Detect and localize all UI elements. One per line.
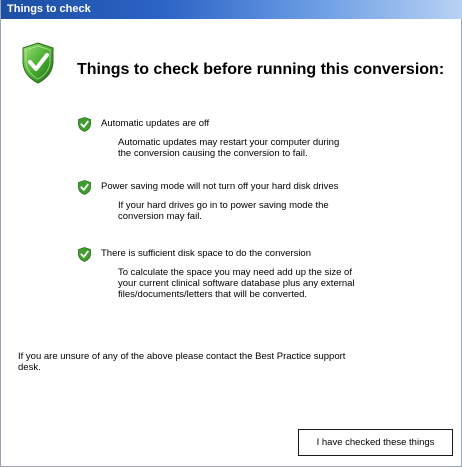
check-description-line: Automatic updates may restart your compu…	[118, 137, 340, 148]
check-description: Automatic updates may restart your compu…	[118, 137, 418, 159]
check-description-line: To calculate the space you may need add …	[118, 267, 352, 278]
shield-check-icon	[78, 247, 91, 262]
window-title: Things to check	[7, 3, 91, 15]
check-description: To calculate the space you may need add …	[118, 267, 418, 300]
shield-check-icon	[78, 117, 91, 132]
check-description-line: the conversion causing the conversion to…	[118, 148, 308, 159]
support-note-line: desk.	[18, 362, 41, 373]
check-title: There is sufficient disk space to do the…	[101, 248, 311, 259]
dialog-window: Things to check Things to check before r…	[0, 0, 462, 467]
shield-check-icon	[22, 42, 54, 84]
check-description-line: your current clinical software database …	[118, 278, 355, 289]
page-title: Things to check before running this conv…	[77, 61, 445, 78]
check-title: Power saving mode will not turn off your…	[101, 181, 339, 192]
title-bar[interactable]: Things to check	[1, 0, 462, 19]
check-description: If your hard drives go in to power savin…	[118, 200, 418, 222]
check-description-line: conversion may fail.	[118, 211, 202, 222]
support-note-line: If you are unsure of any of the above pl…	[18, 351, 346, 362]
support-note: If you are unsure of any of the above pl…	[18, 351, 408, 373]
confirm-checked-button[interactable]: I have checked these things	[298, 429, 453, 456]
check-description-line: If your hard drives go in to power savin…	[118, 200, 329, 211]
check-description-line: files/documents/letters that will be con…	[118, 289, 308, 300]
shield-check-icon	[78, 180, 91, 195]
check-title: Automatic updates are off	[101, 118, 210, 129]
